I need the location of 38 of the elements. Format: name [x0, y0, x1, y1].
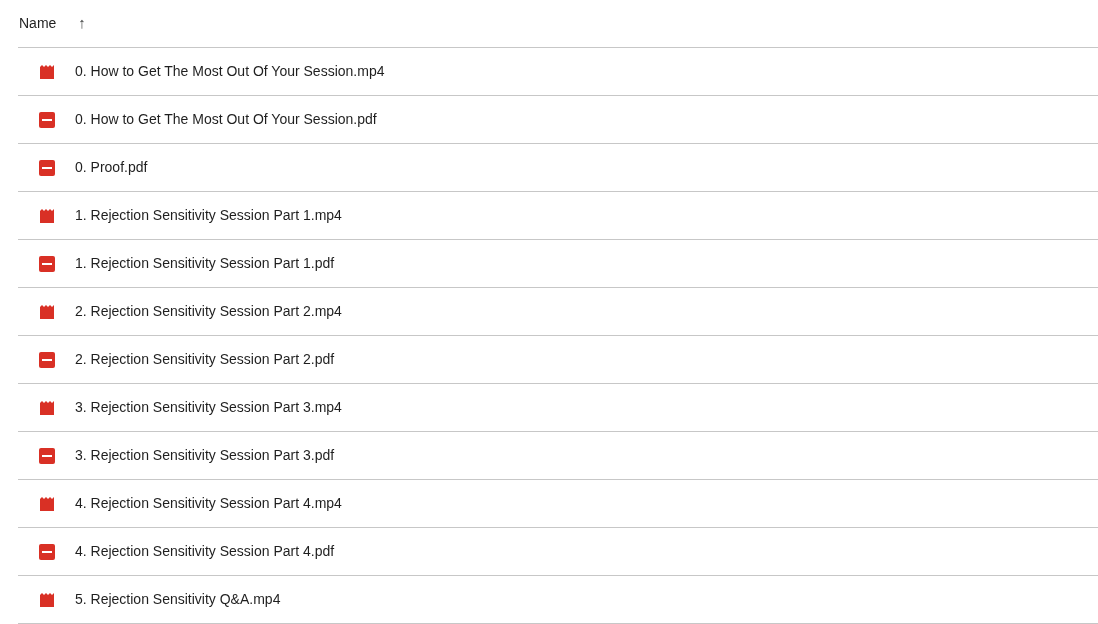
pdf-file-icon: [39, 159, 55, 176]
file-name: 4. Rejection Sensitivity Session Part 4.mp4: [75, 494, 342, 513]
video-file-icon: [39, 208, 55, 223]
video-file-icon: [39, 400, 55, 415]
file-name: 5. Rejection Sensitivity Q&A.mp4: [75, 590, 281, 609]
pdf-file-icon: [39, 255, 55, 272]
file-name: 0. Proof.pdf: [75, 158, 148, 177]
file-row[interactable]: 4. Rejection Sensitivity Session Part 4.pdf: [18, 528, 1098, 576]
file-name: 0. How to Get The Most Out Of Your Session.mp4: [75, 62, 385, 81]
file-name: 2. Rejection Sensitivity Session Part 2.pdf: [75, 350, 335, 369]
file-name: 2. Rejection Sensitivity Session Part 2.mp4: [75, 302, 342, 321]
pdf-file-icon: [39, 447, 55, 464]
pdf-file-icon: [39, 543, 55, 560]
file-name: 1. Rejection Sensitivity Session Part 1.pdf: [75, 254, 335, 273]
file-name: 0. How to Get The Most Out Of Your Session.pdf: [75, 110, 377, 129]
file-name: 3. Rejection Sensitivity Session Part 3.mp4: [75, 398, 342, 417]
file-name: 4. Rejection Sensitivity Session Part 4.pdf: [75, 542, 335, 561]
pdf-file-icon: [39, 111, 55, 128]
video-file-icon: [39, 496, 55, 511]
file-name: 1. Rejection Sensitivity Session Part 1.mp4: [75, 206, 342, 225]
file-row[interactable]: 3. Rejection Sensitivity Session Part 3.pdf: [18, 432, 1098, 480]
file-row[interactable]: 2. Rejection Sensitivity Session Part 2.mp4: [18, 288, 1098, 336]
file-row[interactable]: 1. Rejection Sensitivity Session Part 1.mp4: [18, 192, 1098, 240]
file-row[interactable]: 0. Proof.pdf: [18, 144, 1098, 192]
sort-ascending-arrow[interactable]: ↑: [78, 12, 86, 35]
file-row[interactable]: 1. Rejection Sensitivity Session Part 1.pdf: [18, 240, 1098, 288]
pdf-file-icon: [39, 351, 55, 368]
name-column-header[interactable]: Name: [19, 13, 57, 34]
video-file-icon: [39, 304, 55, 319]
video-file-icon: [39, 64, 55, 79]
file-row[interactable]: 2. Rejection Sensitivity Session Part 2.pdf: [18, 336, 1098, 384]
video-file-icon: [39, 592, 55, 607]
file-row[interactable]: 5. Rejection Sensitivity Q&A.mp4: [18, 576, 1098, 624]
file-row[interactable]: 0. How to Get The Most Out Of Your Session.mp4: [18, 48, 1098, 96]
file-row[interactable]: 0. How to Get The Most Out Of Your Session.pdf: [18, 96, 1098, 144]
file-row[interactable]: 4. Rejection Sensitivity Session Part 4.mp4: [18, 480, 1098, 528]
file-row[interactable]: 3. Rejection Sensitivity Session Part 3.mp4: [18, 384, 1098, 432]
file-name: 3. Rejection Sensitivity Session Part 3.pdf: [75, 446, 335, 465]
